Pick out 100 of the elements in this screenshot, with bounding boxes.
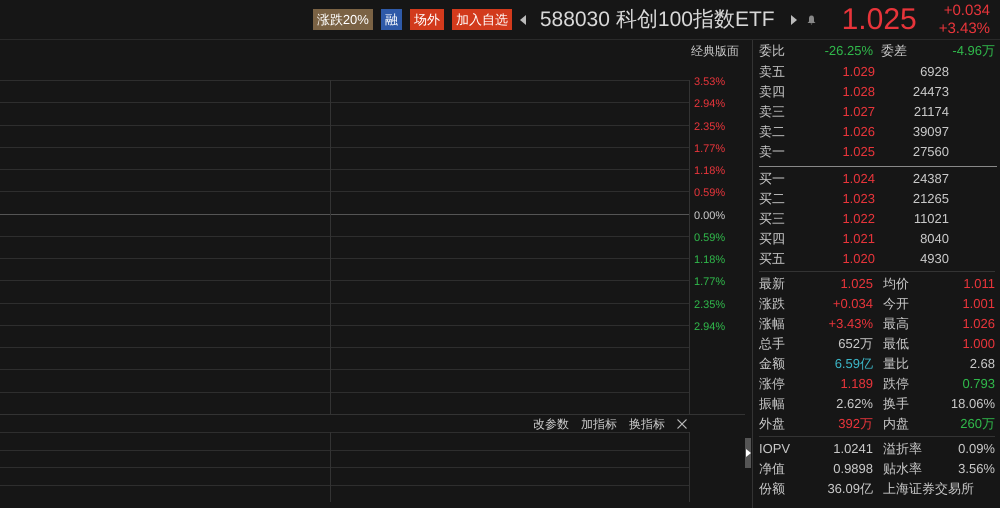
last-price: 1.025 bbox=[842, 2, 917, 38]
stock-code: 588030 bbox=[540, 6, 610, 33]
price: 1.025 bbox=[841, 143, 875, 162]
value: +0.034 bbox=[832, 295, 873, 314]
volume: 8040 bbox=[919, 230, 949, 248]
label: 换手 bbox=[883, 395, 910, 414]
label: 今开 bbox=[883, 295, 910, 314]
value: 6.59亿 bbox=[834, 355, 873, 374]
price: 1.027 bbox=[841, 103, 875, 122]
label: 买五 bbox=[759, 250, 786, 268]
label: 量比 bbox=[883, 355, 910, 374]
exchange-name: 上海证券交易所 bbox=[883, 480, 974, 498]
value: 1.000 bbox=[961, 335, 995, 354]
label: 买四 bbox=[759, 230, 786, 248]
value: 3.56% bbox=[957, 460, 995, 478]
label: 内盘 bbox=[883, 415, 910, 434]
volume: 24387 bbox=[912, 170, 949, 188]
next-icon[interactable] bbox=[790, 14, 797, 24]
label: 涨停 bbox=[759, 375, 786, 394]
volume: 39097 bbox=[912, 123, 949, 142]
label: 卖五 bbox=[759, 63, 786, 82]
bell-icon[interactable] bbox=[806, 14, 816, 24]
label: 最低 bbox=[883, 335, 910, 354]
tag-button[interactable]: 融 bbox=[380, 8, 402, 30]
value: 18.06% bbox=[950, 395, 995, 414]
triangle-right-icon bbox=[746, 449, 750, 457]
value: 36.09亿 bbox=[826, 480, 873, 498]
label: 卖三 bbox=[759, 103, 786, 122]
label: 振幅 bbox=[759, 395, 786, 414]
label: 委比 bbox=[759, 42, 786, 60]
stock-name: 科创100指数ETF bbox=[616, 6, 775, 33]
value: -4.96万 bbox=[951, 42, 995, 60]
price-change: +0.034 bbox=[944, 2, 990, 20]
toolbar-link[interactable]: 加指标 bbox=[581, 414, 617, 432]
value: 1.026 bbox=[961, 315, 995, 334]
price: 1.023 bbox=[841, 190, 875, 208]
price: 1.022 bbox=[841, 210, 875, 228]
value: 2.62% bbox=[835, 395, 873, 414]
previous-icon[interactable] bbox=[520, 14, 526, 24]
label: 最新 bbox=[759, 275, 786, 294]
axis-label: 1.77% bbox=[694, 276, 726, 288]
label: 卖四 bbox=[759, 83, 786, 102]
label: 委差 bbox=[881, 42, 908, 60]
volume: 21265 bbox=[912, 190, 949, 208]
axis-label: 1.18% bbox=[694, 254, 726, 266]
axis-label: 1.18% bbox=[694, 165, 726, 178]
label: 最高 bbox=[883, 315, 910, 334]
value: 1.0241 bbox=[832, 440, 873, 458]
label: 买二 bbox=[759, 190, 786, 208]
toolbar-link[interactable]: 换指标 bbox=[629, 414, 665, 432]
tag-button[interactable]: 涨跌20% bbox=[312, 8, 373, 30]
value: 0.793 bbox=[961, 375, 995, 394]
label: 外盘 bbox=[759, 415, 786, 434]
price: 1.020 bbox=[841, 250, 875, 268]
axis-label: 0.59% bbox=[694, 232, 726, 244]
label: IOPV bbox=[759, 440, 792, 458]
layout-menu[interactable]: 经典版面 bbox=[691, 42, 739, 60]
label: 净值 bbox=[759, 460, 786, 478]
volume: 21174 bbox=[912, 103, 949, 122]
axis-label: 2.35% bbox=[694, 298, 726, 311]
price: 1.028 bbox=[841, 83, 875, 102]
axis-label: 2.35% bbox=[694, 120, 726, 133]
value: 1.189 bbox=[839, 375, 873, 394]
value: +3.43% bbox=[828, 315, 873, 334]
axis-label: 0.59% bbox=[694, 187, 726, 200]
label: 卖二 bbox=[759, 123, 786, 142]
price: 1.029 bbox=[841, 63, 875, 82]
value: 0.09% bbox=[957, 440, 995, 458]
toolbar-link[interactable]: 改参数 bbox=[533, 414, 569, 432]
price: 1.026 bbox=[841, 123, 875, 142]
close-icon[interactable] bbox=[677, 418, 687, 428]
volume: 4930 bbox=[919, 250, 949, 268]
axis-label: 3.53% bbox=[694, 76, 726, 88]
value: 260万 bbox=[959, 415, 995, 434]
label: 买三 bbox=[759, 210, 786, 228]
label: 涨幅 bbox=[759, 315, 786, 334]
panel-toggle-handle[interactable] bbox=[745, 438, 751, 468]
label: 溢折率 bbox=[883, 440, 923, 458]
tag-button[interactable]: 场外 bbox=[410, 8, 444, 30]
value: 392万 bbox=[837, 415, 873, 434]
volume: 24473 bbox=[912, 83, 949, 102]
label: 卖一 bbox=[759, 143, 786, 162]
label: 跌停 bbox=[883, 375, 910, 394]
tag-button[interactable]: 加入自选 bbox=[452, 8, 512, 30]
value: -26.25% bbox=[824, 42, 873, 60]
percent-change: +3.43% bbox=[938, 20, 990, 38]
label: 份额 bbox=[759, 480, 786, 498]
value: 1.025 bbox=[839, 275, 873, 294]
value: 2.68 bbox=[968, 355, 995, 374]
label: 涨跌 bbox=[759, 295, 786, 314]
label: 买一 bbox=[759, 170, 786, 188]
label: 贴水率 bbox=[883, 460, 923, 478]
value: 1.001 bbox=[961, 295, 995, 314]
label: 均价 bbox=[883, 275, 910, 294]
axis-label: 1.77% bbox=[694, 142, 726, 155]
volume: 6928 bbox=[919, 63, 949, 82]
price: 1.024 bbox=[841, 170, 875, 188]
price: 1.021 bbox=[841, 230, 875, 248]
volume: 27560 bbox=[912, 143, 949, 162]
volume: 11021 bbox=[912, 210, 949, 228]
